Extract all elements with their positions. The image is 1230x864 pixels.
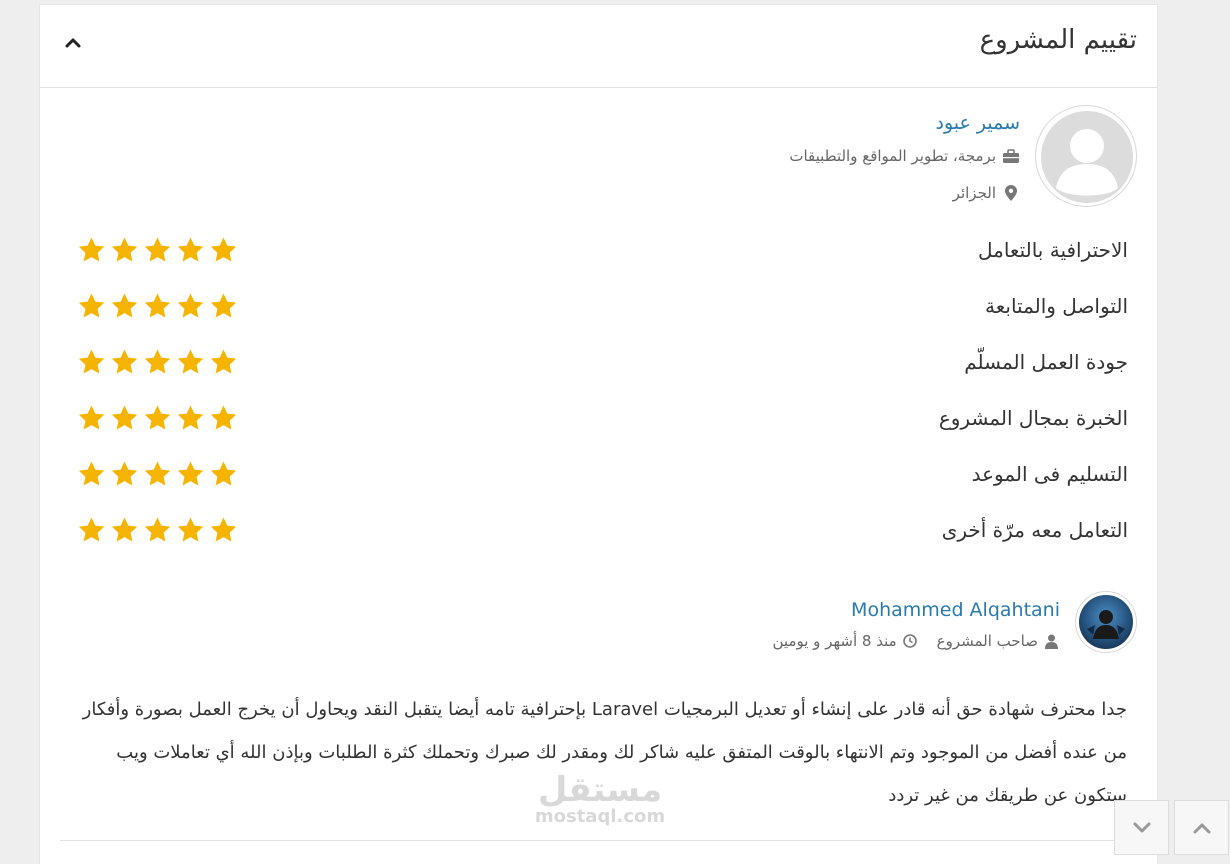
star-icon — [210, 237, 237, 262]
star-icon — [210, 293, 237, 318]
rating-stars — [77, 348, 238, 376]
rating-stars — [77, 460, 238, 488]
comment-text: جدا محترف شهادة حق أنه قادر على إنشاء أو… — [82, 699, 1127, 806]
rating-stars — [77, 516, 238, 544]
commenter-photo — [1079, 595, 1133, 649]
star-icon — [78, 237, 105, 262]
rating-label: جودة العمل المسلّم — [964, 350, 1128, 374]
rating-label: التعامل معه مرّة أخرى — [941, 518, 1128, 542]
star-icon — [144, 461, 171, 486]
rating-row: الاحترافية بالتعامل — [77, 232, 1128, 272]
map-marker-icon — [1002, 185, 1020, 201]
user-icon — [1042, 633, 1060, 649]
chevron-down-icon — [1133, 822, 1150, 832]
rating-label: التواصل والمتابعة — [985, 294, 1128, 318]
comment-time: منذ 8 أشهر و يومين — [772, 632, 897, 650]
rating-row: جودة العمل المسلّم — [77, 344, 1128, 384]
commenter-avatar[interactable] — [1075, 591, 1137, 653]
star-icon — [78, 293, 105, 318]
default-user-icon — [1041, 111, 1133, 203]
rating-label: التسليم فى الموعد — [971, 462, 1128, 486]
star-icon — [111, 349, 138, 374]
star-icon — [177, 349, 204, 374]
reviewer-skills: برمجة، تطوير المواقع والتطبيقات — [789, 147, 1020, 165]
star-icon — [78, 349, 105, 374]
star-icon — [210, 405, 237, 430]
rating-row: التواصل والمتابعة — [77, 288, 1128, 328]
collapse-button[interactable] — [62, 33, 84, 53]
star-icon — [144, 237, 171, 262]
star-icon — [144, 293, 171, 318]
star-icon — [111, 517, 138, 542]
chevron-up-icon — [1193, 823, 1210, 833]
commenter-name-link[interactable]: Mohammed Alqahtani — [851, 599, 1060, 621]
star-icon — [210, 349, 237, 374]
briefcase-icon — [1002, 148, 1020, 164]
reviewer-location: الجزائر — [953, 184, 1020, 202]
star-icon — [111, 237, 138, 262]
chevron-up-icon — [65, 38, 81, 48]
star-icon — [78, 405, 105, 430]
star-icon — [144, 517, 171, 542]
star-icon — [144, 405, 171, 430]
reviewer-name-link[interactable]: سمير عبود — [935, 112, 1020, 134]
rating-stars — [77, 404, 238, 432]
panel-header: تقييم المشروع — [40, 5, 1157, 88]
rating-row: التعامل معه مرّة أخرى — [77, 512, 1128, 552]
star-icon — [78, 461, 105, 486]
star-icon — [177, 461, 204, 486]
rating-row: الخبرة بمجال المشروع — [77, 400, 1128, 440]
scroll-up-button[interactable] — [1174, 800, 1229, 855]
star-icon — [144, 349, 171, 374]
reviewer-avatar[interactable] — [1035, 105, 1137, 207]
star-icon — [111, 293, 138, 318]
star-icon — [177, 405, 204, 430]
reviewer-skills-text: برمجة، تطوير المواقع والتطبيقات — [789, 147, 996, 165]
rating-stars — [77, 236, 238, 264]
star-icon — [177, 293, 204, 318]
panel-title: تقييم المشروع — [979, 25, 1137, 55]
reviewer-location-text: الجزائر — [952, 184, 996, 202]
rating-stars — [77, 292, 238, 320]
star-icon — [177, 517, 204, 542]
rating-label: الخبرة بمجال المشروع — [938, 406, 1128, 430]
star-icon — [210, 517, 237, 542]
star-icon — [210, 461, 237, 486]
star-icon — [78, 517, 105, 542]
commenter-role: صاحب المشروع — [936, 632, 1038, 650]
star-icon — [111, 461, 138, 486]
bottom-divider — [60, 840, 1158, 841]
rating-label: الاحترافية بالتعامل — [977, 238, 1128, 262]
rating-row: التسليم فى الموعد — [77, 456, 1128, 496]
commenter-meta: صاحب المشروع منذ 8 أشهر و يومين — [773, 632, 1060, 650]
clock-icon — [901, 633, 919, 649]
scroll-down-button[interactable] — [1114, 800, 1169, 855]
star-icon — [177, 237, 204, 262]
star-icon — [111, 405, 138, 430]
